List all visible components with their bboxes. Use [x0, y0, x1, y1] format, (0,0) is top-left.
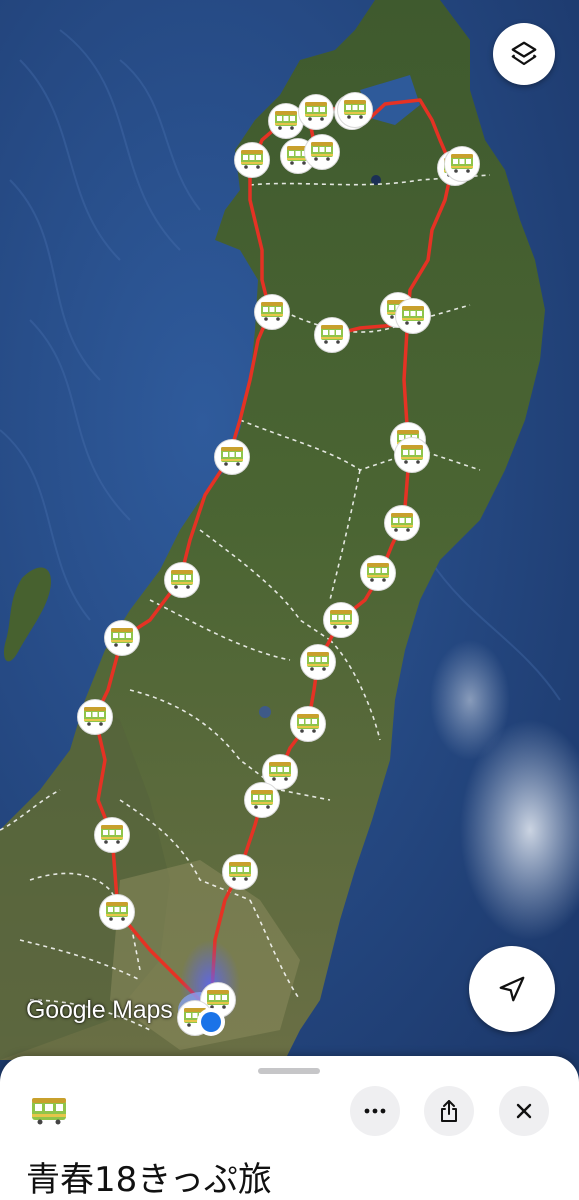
- train-stop-marker[interactable]: [394, 437, 430, 473]
- navigation-arrow-icon: [499, 976, 525, 1002]
- lake: [259, 706, 271, 718]
- train-stop-marker[interactable]: [234, 142, 270, 178]
- google-maps-watermark: Google Maps: [26, 996, 173, 1024]
- train-stop-marker[interactable]: [300, 644, 336, 680]
- train-stop-marker[interactable]: [444, 146, 480, 182]
- close-button[interactable]: [499, 1086, 549, 1136]
- layers-icon: [511, 41, 537, 66]
- more-horizontal-icon: [364, 1108, 386, 1114]
- tram-car-emoji-icon: [30, 1094, 68, 1130]
- train-stop-marker[interactable]: [290, 706, 326, 742]
- share-icon: [441, 1100, 457, 1122]
- train-stop-marker[interactable]: [99, 894, 135, 930]
- train-stop-marker[interactable]: [360, 555, 396, 591]
- train-stop-marker[interactable]: [323, 602, 359, 638]
- my-location-button[interactable]: [469, 946, 555, 1032]
- close-icon: [516, 1103, 532, 1119]
- more-options-button[interactable]: [350, 1086, 400, 1136]
- place-sheet[interactable]: 青春18きっぷ旅: [0, 1056, 579, 1200]
- layers-button[interactable]: [493, 23, 555, 85]
- train-stop-marker[interactable]: [268, 103, 304, 139]
- train-stop-marker[interactable]: [77, 699, 113, 735]
- train-stop-marker[interactable]: [314, 317, 350, 353]
- train-stop-marker[interactable]: [214, 439, 250, 475]
- train-stop-marker[interactable]: [222, 854, 258, 890]
- train-stop-marker[interactable]: [384, 505, 420, 541]
- train-stop-marker[interactable]: [304, 134, 340, 170]
- current-location-dot-core: [201, 1012, 221, 1032]
- map-view[interactable]: [0, 0, 579, 1060]
- sheet-grabber[interactable]: [258, 1068, 320, 1074]
- train-stop-marker[interactable]: [395, 298, 431, 334]
- train-stop-marker[interactable]: [298, 94, 334, 130]
- cloud: [430, 640, 510, 760]
- train-stop-marker[interactable]: [164, 562, 200, 598]
- train-stop-marker[interactable]: [254, 294, 290, 330]
- sheet-title: 青春18きっぷ旅: [26, 1160, 272, 1200]
- train-stop-marker[interactable]: [104, 620, 140, 656]
- train-stop-marker[interactable]: [94, 817, 130, 853]
- share-button[interactable]: [424, 1086, 474, 1136]
- train-stop-marker[interactable]: [337, 92, 373, 128]
- train-stop-marker[interactable]: [244, 782, 280, 818]
